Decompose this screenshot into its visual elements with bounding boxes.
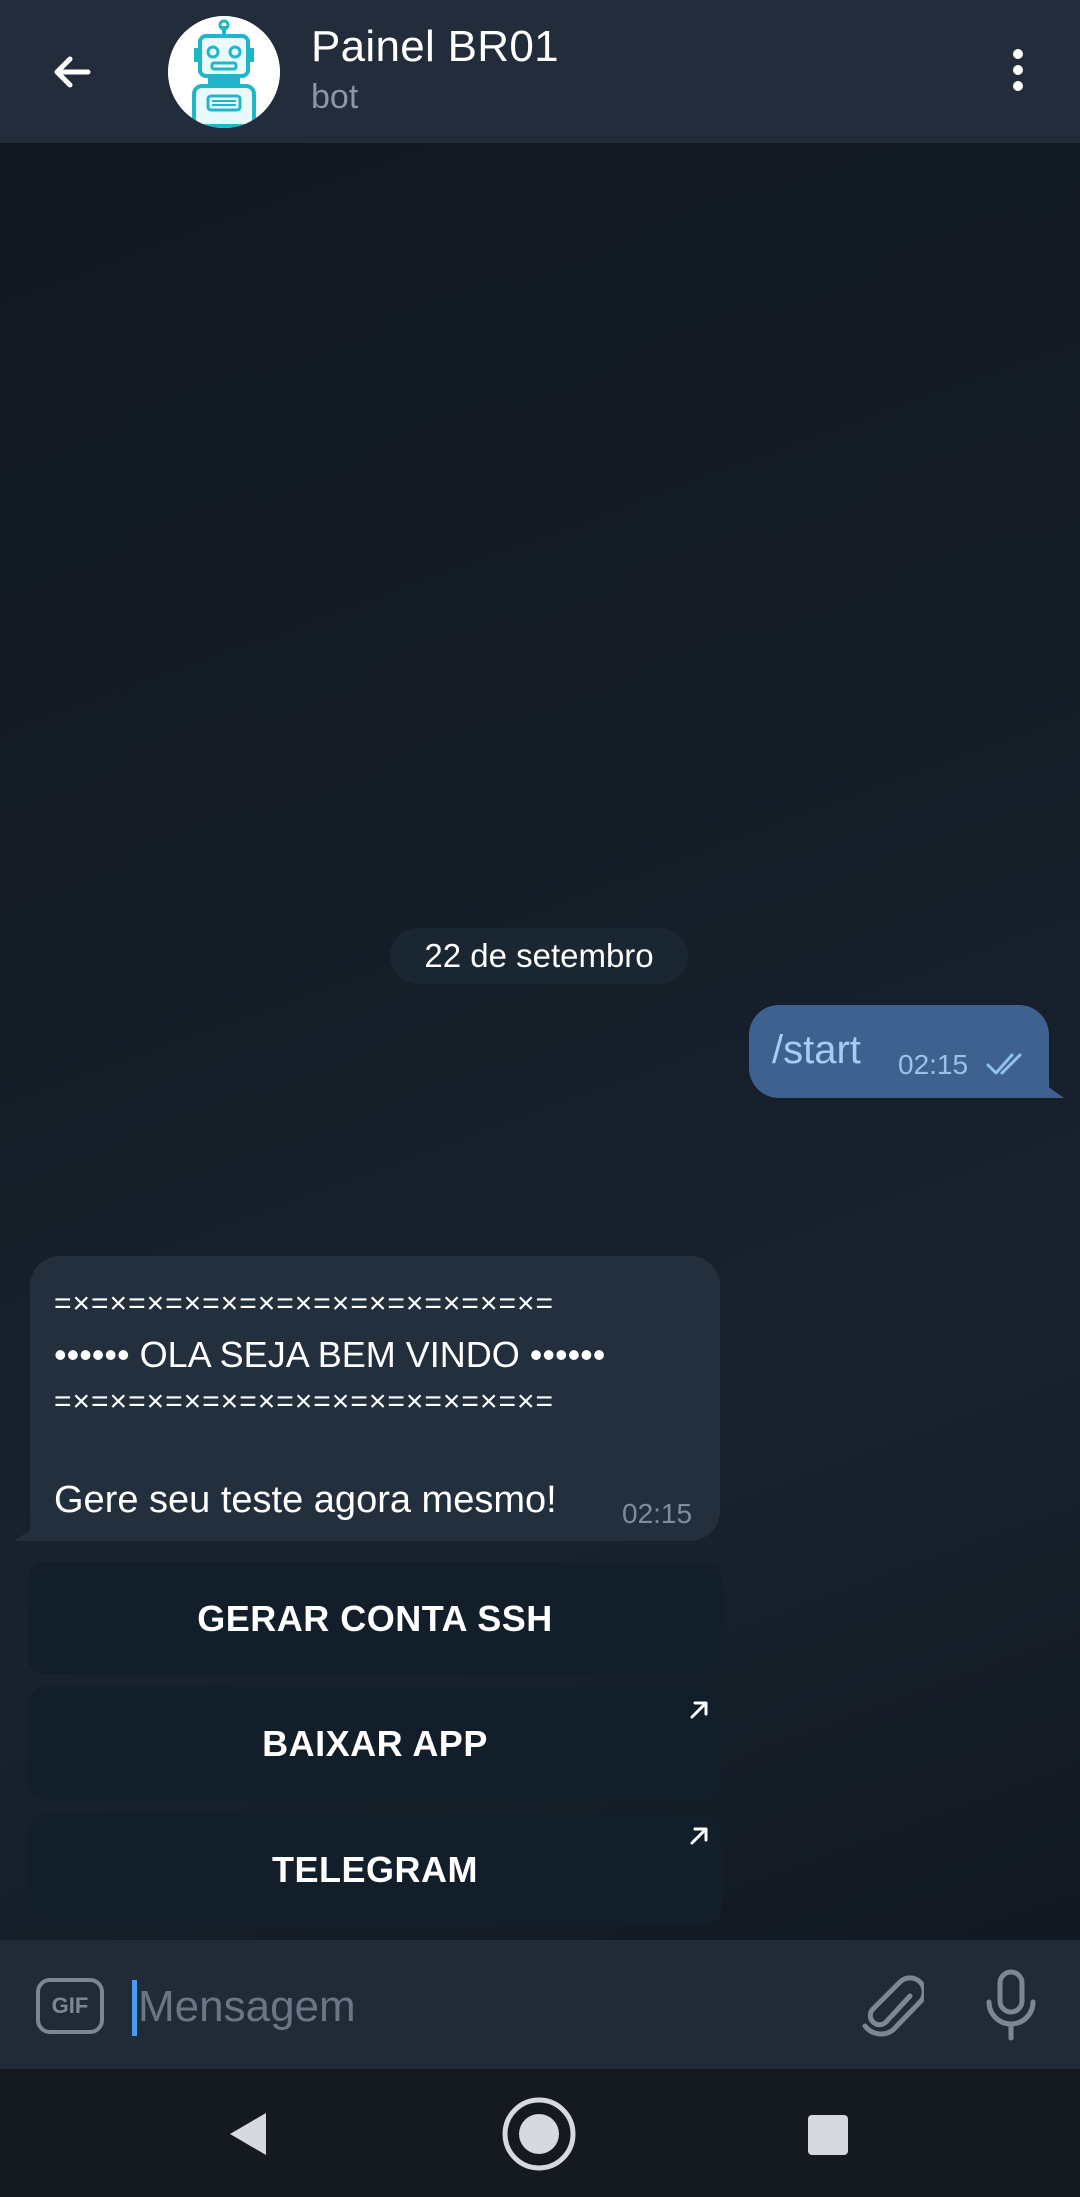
message-line: Gere seu teste agora mesmo! — [54, 1479, 557, 1521]
incoming-message-time: 02:15 — [622, 1498, 693, 1529]
chat-subtitle: bot — [311, 78, 359, 116]
paperclip-icon[interactable] — [858, 1970, 924, 2040]
button-label: BAIXAR APP — [262, 1722, 488, 1764]
double-check-icon — [986, 1053, 1022, 1075]
gerar-conta-ssh-button[interactable]: GERAR CONTA SSH — [28, 1562, 722, 1675]
button-label: TELEGRAM — [272, 1848, 478, 1890]
external-link-icon — [690, 1701, 708, 1719]
date-separator: 22 de setembro — [390, 928, 688, 984]
gif-label: GIF — [51, 1993, 89, 2018]
more-options-button[interactable] — [990, 30, 1046, 110]
outgoing-message-text: /start — [772, 1028, 861, 1072]
bot-avatar[interactable] — [168, 16, 280, 128]
chat-header: Painel BR01 bot — [0, 0, 1080, 143]
system-navigation-bar — [0, 2069, 1080, 2197]
message-line: =×=×=×=×=×=×=×=×=×=×=×=×=×= — [54, 1287, 555, 1320]
arrow-left-icon — [54, 56, 91, 88]
nav-recent-apps-icon[interactable] — [808, 2115, 848, 2155]
robot-icon — [168, 16, 280, 128]
screen: Painel BR01 bot 22 de setembro /start 02… — [0, 0, 1080, 2197]
microphone-icon[interactable] — [978, 1968, 1044, 2044]
external-link-icon — [690, 1827, 708, 1845]
telegram-button[interactable]: TELEGRAM — [28, 1813, 722, 1926]
message-line: •••••• OLA SEJA BEM VINDO •••••• — [54, 1334, 606, 1375]
baixar-app-button[interactable]: BAIXAR APP — [28, 1687, 722, 1800]
outgoing-message-time: 02:15 — [898, 1049, 969, 1080]
nav-back-icon[interactable] — [226, 2109, 270, 2159]
gif-button[interactable]: GIF — [36, 1978, 104, 2034]
message-input-bar: GIF — [0, 1940, 1080, 2069]
message-line: =×=×=×=×=×=×=×=×=×=×=×=×=×= — [54, 1385, 555, 1418]
message-input[interactable] — [136, 1970, 840, 2044]
chat-title[interactable]: Painel BR01 — [311, 22, 559, 72]
more-vertical-icon — [1013, 49, 1023, 91]
button-label: GERAR CONTA SSH — [197, 1597, 553, 1639]
back-button[interactable] — [28, 28, 116, 116]
nav-home-icon[interactable] — [500, 2095, 578, 2173]
